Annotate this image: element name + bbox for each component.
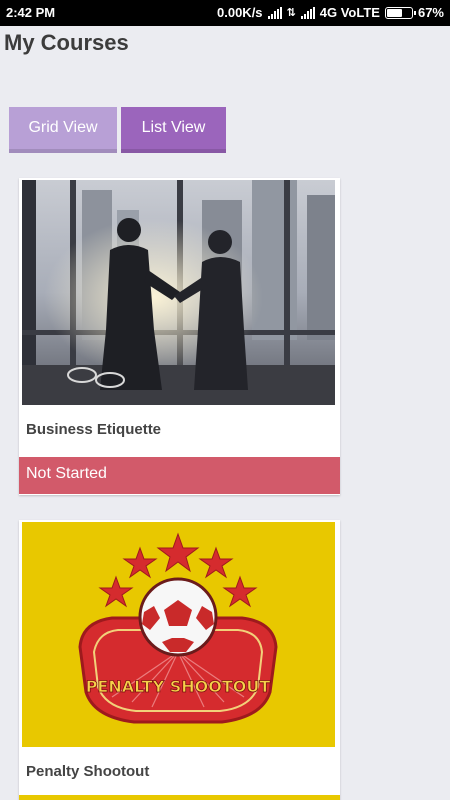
penalty-shootout-logo-image: PENALTY SHOOTOUT bbox=[22, 522, 335, 747]
data-arrows-icon: ⇅ bbox=[286, 7, 296, 19]
course-thumbnail bbox=[22, 180, 335, 405]
handshake-photo-image bbox=[22, 180, 335, 405]
network-speed: 0.00K/s bbox=[217, 5, 263, 20]
logo-text: PENALTY SHOOTOUT bbox=[86, 677, 271, 696]
signal-icon-2 bbox=[300, 6, 315, 19]
course-status-badge: Not Started bbox=[19, 457, 340, 494]
list-view-button[interactable]: List View bbox=[121, 107, 226, 153]
course-status-strip bbox=[19, 795, 340, 800]
course-card[interactable]: Business Etiquette Not Started bbox=[19, 178, 340, 495]
battery-icon bbox=[384, 6, 416, 19]
course-title: Penalty Shootout bbox=[26, 763, 150, 780]
signal-icon bbox=[267, 6, 282, 19]
battery-percent: 67% bbox=[417, 5, 444, 20]
course-card[interactable]: PENALTY SHOOTOUT Penalty Shootout bbox=[19, 520, 340, 800]
status-icons: 0.00K/s ⇅ 4G VoLTE 67% bbox=[217, 5, 444, 20]
course-title: Business Etiquette bbox=[26, 421, 162, 438]
status-bar: 2:42 PM 0.00K/s ⇅ 4G VoLTE 67% bbox=[0, 0, 450, 26]
status-time: 2:42 PM bbox=[6, 5, 56, 20]
grid-view-button[interactable]: Grid View bbox=[9, 107, 117, 153]
page-title: My Courses bbox=[4, 30, 129, 55]
network-type: 4G VoLTE bbox=[319, 5, 380, 20]
course-thumbnail: PENALTY SHOOTOUT bbox=[22, 522, 335, 747]
